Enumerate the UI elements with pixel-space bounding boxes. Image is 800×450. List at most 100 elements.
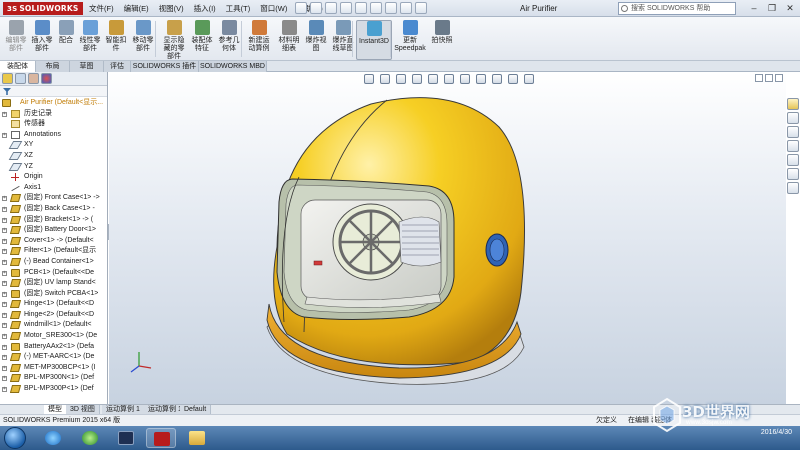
tree-root-assembly[interactable]: Air Purifier (Default<显示...	[0, 98, 107, 109]
menu-item[interactable]: 窗口(W)	[255, 0, 292, 17]
undo-icon[interactable]	[355, 2, 367, 14]
tree-item[interactable]: + (固定) UV lamp Stand<	[0, 278, 107, 289]
tree-item[interactable]: + Annotations	[0, 130, 107, 141]
expand-icon[interactable]: +	[2, 323, 7, 329]
start-button[interactable]	[4, 427, 26, 449]
ribbon-button[interactable]: 线性零 部件	[78, 20, 102, 60]
forum-icon[interactable]	[787, 182, 799, 194]
menu-item[interactable]: 工具(T)	[221, 0, 256, 17]
ribbon-button[interactable]: 智能扣 件	[104, 20, 128, 60]
tree-item[interactable]: + BPL-MP300N<1> (Def	[0, 373, 107, 384]
expand-icon[interactable]: +	[2, 270, 7, 276]
expand-icon[interactable]: +	[2, 132, 7, 138]
view-palette-icon[interactable]	[787, 140, 799, 152]
taskbar-solidworks[interactable]	[146, 428, 176, 448]
tree-item[interactable]: + Hinge<1> (Default<<D	[0, 299, 107, 310]
tree-item[interactable]: YZ	[0, 162, 107, 173]
menu-item[interactable]: 视图(V)	[154, 0, 189, 17]
command-tab[interactable]: SOLIDWORKS MBD	[199, 61, 267, 72]
expand-icon[interactable]: +	[2, 291, 7, 297]
close-button[interactable]: ✕	[782, 1, 798, 15]
expand-icon[interactable]: +	[2, 355, 7, 361]
expand-icon[interactable]: +	[2, 111, 7, 117]
expand-icon[interactable]: +	[2, 217, 7, 223]
tree-item[interactable]: + 历史记录	[0, 109, 107, 120]
print-icon[interactable]	[340, 2, 352, 14]
expand-icon[interactable]: +	[2, 387, 7, 393]
tree-item[interactable]: 传感器	[0, 119, 107, 130]
command-tab[interactable]: SOLIDWORKS 插件	[131, 61, 199, 72]
expand-icon[interactable]: +	[2, 365, 7, 371]
expand-icon[interactable]: +	[2, 259, 7, 265]
command-tab[interactable]: 评估	[104, 61, 131, 72]
tree-item[interactable]: + (-) Bead Container<1>	[0, 257, 107, 268]
appearances-scenes-icon[interactable]	[787, 154, 799, 166]
expand-icon[interactable]: +	[2, 249, 7, 255]
ribbon-button[interactable]: 编辑零 部件	[4, 20, 28, 60]
tree-item[interactable]: + (-) MET-AARC<1> (De	[0, 352, 107, 363]
menu-item[interactable]: 插入(I)	[189, 0, 221, 17]
command-tab[interactable]: 布局	[36, 61, 70, 72]
tree-item[interactable]: + (固定) Front Case<1> ->	[0, 193, 107, 204]
save-icon[interactable]	[325, 2, 337, 14]
ribbon-button[interactable]: 参考几 何体	[216, 20, 242, 60]
restore-button[interactable]: ❐	[764, 1, 780, 15]
ribbon-button[interactable]: 新建运 动算例	[245, 20, 273, 60]
tree-item[interactable]: + PCB<1> (Default<<De	[0, 268, 107, 279]
ribbon-button[interactable]: 爆炸视 图	[304, 20, 328, 60]
solidworks-logo[interactable]: 3S SOLIDWORKS	[3, 2, 83, 15]
taskbar-explorer[interactable]	[182, 428, 212, 448]
ribbon-button[interactable]: 插入零 部件	[30, 20, 54, 60]
taskbar-media[interactable]	[75, 428, 105, 448]
expand-icon[interactable]: +	[2, 206, 7, 212]
expand-icon[interactable]: +	[2, 302, 7, 308]
display-manager-tab-icon[interactable]	[41, 73, 52, 84]
options-icon[interactable]	[415, 2, 427, 14]
expand-icon[interactable]: +	[2, 376, 7, 382]
ribbon-button[interactable]: 更新 Speedpak	[394, 20, 426, 60]
expand-icon[interactable]: +	[2, 196, 7, 202]
file-properties-icon[interactable]	[400, 2, 412, 14]
ribbon-button[interactable]: 配合	[56, 20, 76, 60]
menu-item[interactable]: 编辑(E)	[119, 0, 154, 17]
tree-item[interactable]: + MET-MP300BCP<1> (I	[0, 363, 107, 374]
property-manager-tab-icon[interactable]	[15, 73, 26, 84]
solidworks-resources-icon[interactable]	[787, 98, 799, 110]
ribbon-button[interactable]: 材料明 细表	[276, 20, 302, 60]
expand-icon[interactable]: +	[2, 228, 7, 234]
tree-filter[interactable]	[0, 86, 107, 97]
taskbar-ie[interactable]	[38, 428, 68, 448]
air-purifier-model[interactable]	[109, 72, 786, 404]
design-library-icon[interactable]	[787, 112, 799, 124]
ribbon-button[interactable]: Instant3D	[356, 20, 392, 60]
tree-item[interactable]: + BPL-MP300P<1> (Def	[0, 384, 107, 395]
file-explorer-icon[interactable]	[787, 126, 799, 138]
ribbon-button[interactable]: 装配体 特征	[190, 20, 214, 60]
tree-item[interactable]: + BatteryAAx2<1> (Defa	[0, 342, 107, 353]
command-tab[interactable]: 装配体	[0, 61, 36, 72]
command-tab[interactable]: 草图	[70, 61, 104, 72]
expand-icon[interactable]: +	[2, 238, 7, 244]
tree-item[interactable]: Origin	[0, 172, 107, 183]
ribbon-button[interactable]: 拍快照	[430, 20, 454, 60]
tree-item[interactable]: + Cover<1> -> (Default<	[0, 236, 107, 247]
help-search-input[interactable]: 搜索 SOLIDWORKS 帮助	[618, 2, 736, 15]
expand-icon[interactable]: +	[2, 312, 7, 318]
expand-icon[interactable]: +	[2, 334, 7, 340]
tree-item[interactable]: XZ	[0, 151, 107, 162]
custom-properties-icon[interactable]	[787, 168, 799, 180]
tree-item[interactable]: + Hinge<2> (Default<<D	[0, 310, 107, 321]
new-file-icon[interactable]	[295, 2, 307, 14]
tree-item[interactable]: + windmill<1> (Default<	[0, 320, 107, 331]
tree-item[interactable]: + (固定) Switch PCBA<1>	[0, 289, 107, 300]
open-file-icon[interactable]	[310, 2, 322, 14]
tree-item[interactable]: + Filter<1> (Default<显示	[0, 246, 107, 257]
menu-item[interactable]: 文件(F)	[84, 0, 119, 17]
taskbar-player[interactable]	[111, 428, 141, 448]
tree-item[interactable]: XY	[0, 140, 107, 151]
feature-manager-tab-icon[interactable]	[2, 73, 13, 84]
tree-item[interactable]: + Motor_SRE300<1> (De	[0, 331, 107, 342]
tree-item[interactable]: + (固定) Battery Door<1>	[0, 225, 107, 236]
configuration-manager-tab-icon[interactable]	[28, 73, 39, 84]
select-icon[interactable]	[370, 2, 382, 14]
